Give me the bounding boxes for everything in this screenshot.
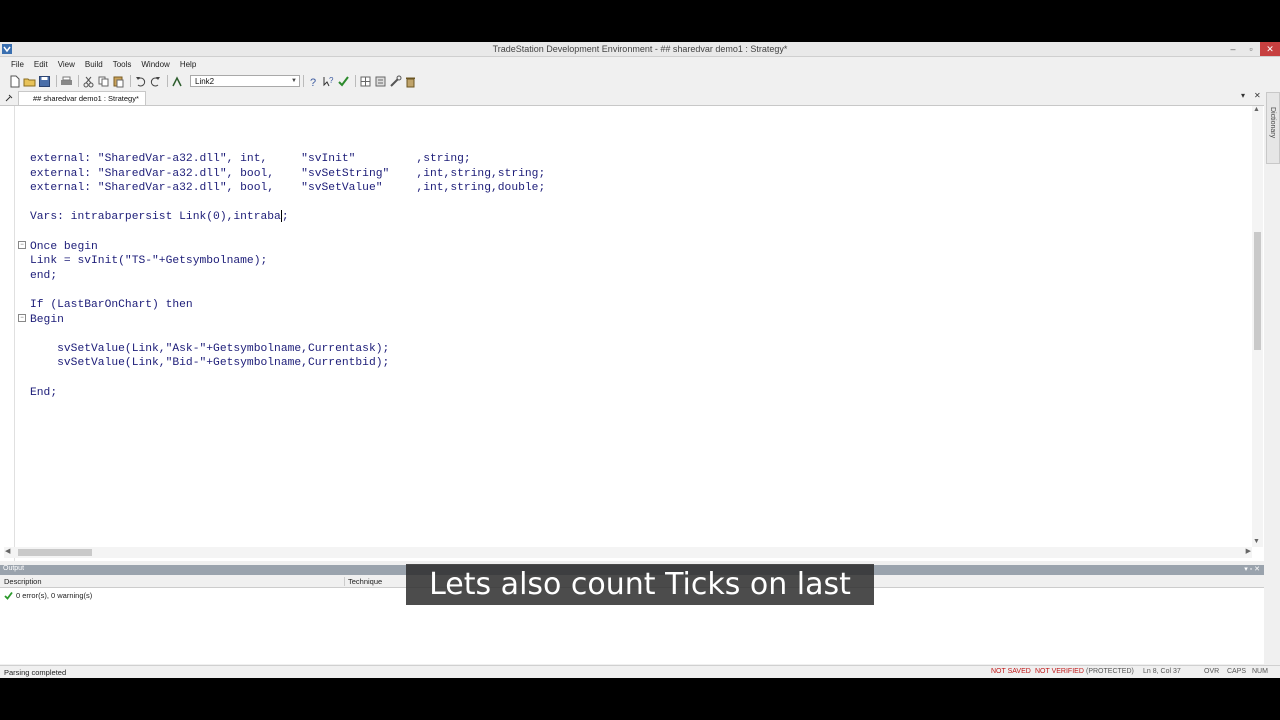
- dictionary-label: Dictionary: [1269, 107, 1276, 139]
- svg-text:?: ?: [329, 76, 334, 85]
- status-bar: Parsing completed NOT SAVED NOT VERIFIED…: [0, 665, 1280, 678]
- minimize-button[interactable]: –: [1224, 42, 1242, 56]
- code-line: external: "SharedVar-a32.dll", bool, "sv…: [30, 167, 546, 180]
- context-help-icon[interactable]: ?: [322, 75, 335, 88]
- menu-edit[interactable]: Edit: [29, 60, 53, 69]
- status-ovr: OVR: [1204, 668, 1220, 675]
- tab-label: ## sharedvar demo1 : Strategy*: [33, 94, 139, 103]
- code-line: svSetValue(Link,"Bid-"+Getsymbolname,Cur…: [30, 357, 390, 370]
- toolbar: Link2 ▼ ? ?: [0, 72, 1280, 90]
- paste-icon[interactable]: [112, 75, 125, 88]
- code-line: End;: [30, 386, 58, 399]
- status-position: Ln 8, Col 37: [1143, 668, 1181, 675]
- menu-build[interactable]: Build: [80, 60, 108, 69]
- toolbar-separator: [56, 75, 57, 87]
- code-text[interactable]: external: "SharedVar-a32.dll", int, "svI…: [30, 152, 545, 400]
- verify-icon[interactable]: [337, 75, 350, 88]
- code-line: Link = svInit("TS-"+Getsymbolname);: [30, 255, 268, 268]
- scroll-right-icon[interactable]: ▶: [1246, 547, 1251, 555]
- editor-gutter: [4, 106, 15, 561]
- undo-icon[interactable]: [134, 75, 147, 88]
- code-line: external: "SharedVar-a32.dll", int, "svI…: [30, 153, 471, 165]
- menu-bar: File Edit View Build Tools Window Help: [0, 57, 1280, 71]
- status-protected: (PROTECTED): [1086, 668, 1134, 675]
- copy-icon[interactable]: [97, 75, 110, 88]
- svg-text:?: ?: [310, 77, 316, 88]
- help-icon[interactable]: ?: [307, 75, 320, 89]
- toolbar-separator: [167, 75, 168, 87]
- restore-button[interactable]: ▫: [1242, 42, 1260, 56]
- status-num: NUM: [1252, 668, 1268, 675]
- output-row-text: 0 error(s), 0 warning(s): [16, 591, 93, 600]
- status-caps: CAPS: [1227, 668, 1247, 675]
- status-message: Parsing completed: [4, 668, 67, 677]
- fold-toggle-icon[interactable]: −: [18, 241, 26, 249]
- fold-toggle-icon[interactable]: −: [18, 314, 26, 322]
- pin-icon[interactable]: [4, 93, 14, 105]
- dictionary-side-tab[interactable]: Dictionary: [1266, 92, 1280, 164]
- vertical-scroll-thumb[interactable]: [1254, 232, 1261, 350]
- code-line: external: "SharedVar-a32.dll", bool, "sv…: [30, 182, 546, 195]
- output-row[interactable]: 0 error(s), 0 warning(s): [4, 591, 92, 600]
- window-title: TradeStation Development Environment - #…: [492, 44, 788, 54]
- redo-icon[interactable]: [149, 75, 162, 88]
- status-not-verified: NOT VERIFIED: [1035, 668, 1084, 675]
- menu-file[interactable]: File: [6, 60, 29, 69]
- tab-close-icon[interactable]: ✕: [1254, 91, 1261, 100]
- scroll-left-icon[interactable]: ◀: [5, 547, 10, 555]
- scroll-up-icon[interactable]: ▲: [1253, 106, 1260, 113]
- bin-icon[interactable]: [404, 75, 417, 88]
- save-icon[interactable]: [38, 75, 51, 88]
- toolbar-separator: [78, 75, 79, 87]
- print-icon[interactable]: [60, 75, 73, 88]
- code-line: Vars: intrabarpersist Link(0),intraba: [30, 211, 281, 224]
- chevron-down-icon: ▼: [291, 78, 297, 84]
- title-bar: TradeStation Development Environment - #…: [0, 42, 1280, 57]
- code-line: end;: [30, 269, 58, 282]
- horizontal-scroll-thumb[interactable]: [18, 549, 92, 556]
- video-caption: Lets also count Ticks on last bar: [406, 564, 874, 643]
- analysis-combo-value: Link2: [195, 77, 215, 86]
- cut-icon[interactable]: [82, 75, 95, 88]
- document-tab-row: ## sharedvar demo1 : Strategy* ▾ ✕: [0, 91, 1264, 105]
- tab-list-icon[interactable]: ▾: [1241, 91, 1245, 100]
- insert-analysis-icon[interactable]: [171, 75, 184, 88]
- open-folder-icon[interactable]: [23, 75, 36, 88]
- new-file-icon[interactable]: [8, 75, 21, 88]
- code-line: svSetValue(Link,"Ask-"+Getsymbolname,Cur…: [30, 342, 390, 355]
- vertical-scrollbar[interactable]: ▲ ▼: [1252, 106, 1263, 547]
- toolbar-separator: [355, 75, 356, 87]
- properties-icon[interactable]: [374, 75, 387, 88]
- status-not-saved: NOT SAVED: [991, 668, 1031, 675]
- menu-tools[interactable]: Tools: [108, 60, 137, 69]
- code-line: Once begin: [30, 240, 98, 253]
- tools-icon[interactable]: [389, 75, 402, 88]
- tab-sharedvar-demo1[interactable]: ## sharedvar demo1 : Strategy*: [18, 91, 146, 105]
- scroll-down-icon[interactable]: ▼: [1253, 538, 1260, 545]
- horizontal-scrollbar[interactable]: ◀ ▶: [4, 547, 1252, 558]
- menu-help[interactable]: Help: [175, 60, 201, 69]
- grid-icon[interactable]: [359, 75, 372, 88]
- menu-view[interactable]: View: [53, 60, 80, 69]
- toolbar-separator: [130, 75, 131, 87]
- code-editor[interactable]: − − external: "SharedVar-a32.dll", int, …: [0, 105, 1264, 561]
- close-button[interactable]: ✕: [1260, 42, 1280, 56]
- column-technique[interactable]: Technique: [344, 577, 382, 586]
- code-line-suffix: ;: [281, 211, 289, 224]
- output-title: Output: [3, 565, 25, 572]
- column-description[interactable]: Description: [4, 577, 42, 586]
- code-line: Begin: [30, 313, 64, 326]
- analysis-combo[interactable]: Link2 ▼: [190, 75, 300, 87]
- toolbar-separator: [303, 75, 304, 87]
- menu-window[interactable]: Window: [136, 60, 174, 69]
- code-line: If (LastBarOnChart) then: [30, 298, 193, 311]
- check-icon: [4, 591, 13, 600]
- output-window-controls[interactable]: ▾ ▫ ✕: [1244, 565, 1260, 573]
